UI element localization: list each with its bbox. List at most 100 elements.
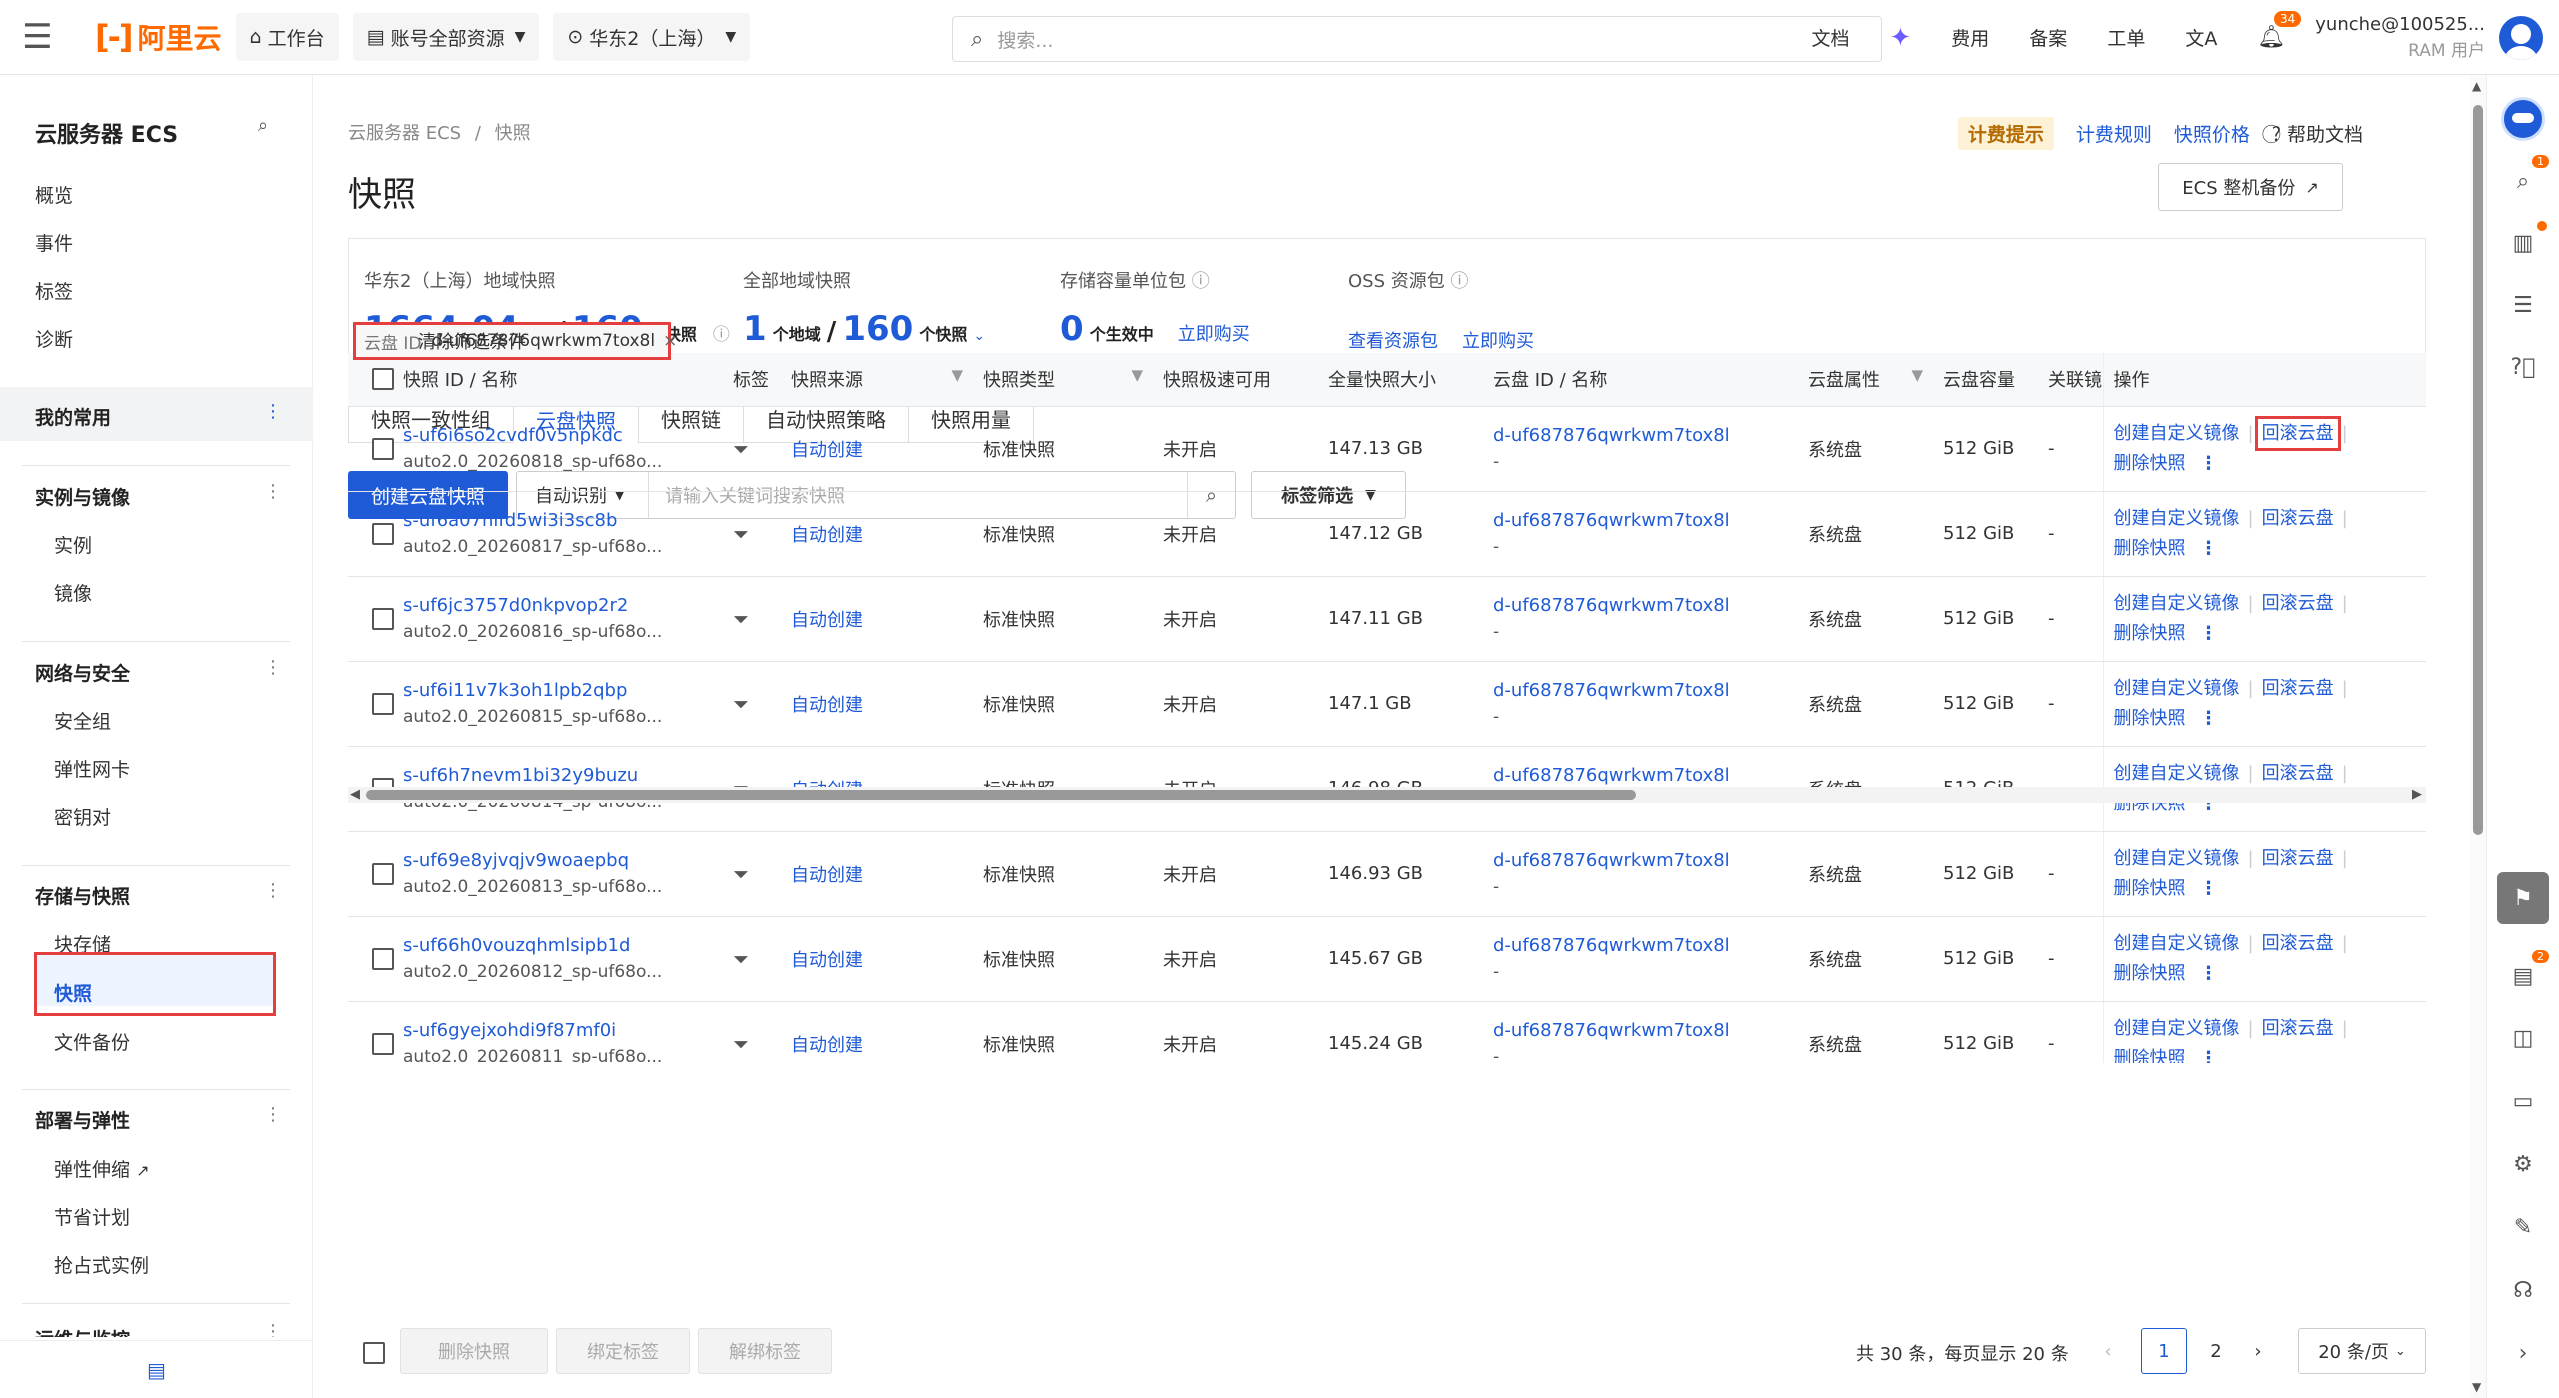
workbench-button[interactable]: ⌂ 工作台 xyxy=(235,13,339,61)
notification-bell-icon[interactable]: 🔔︎ 34 xyxy=(2257,11,2302,50)
create-image-link[interactable]: 创建自定义镜像 xyxy=(2114,848,2240,869)
more-icon[interactable]: ⋮ xyxy=(264,481,282,502)
menu-icon[interactable]: ☰ xyxy=(0,0,75,75)
clear-filter-link[interactable]: 清除筛选条件 xyxy=(418,328,526,354)
feedback-icon[interactable]: ▤ xyxy=(147,1358,166,1382)
terminal-icon[interactable]: ▭ xyxy=(2505,1083,2541,1119)
vertical-scrollbar[interactable]: ▲ ▼ xyxy=(2470,75,2486,1398)
code-icon[interactable]: ◫ xyxy=(2505,1020,2541,1056)
create-image-link[interactable]: 创建自定义镜像 xyxy=(2114,508,2240,529)
aliyun-logo[interactable]: [-] 阿里云 xyxy=(95,17,222,57)
rollback-disk-link[interactable]: 回滚云盘 xyxy=(2262,848,2334,869)
delete-snapshot-link[interactable]: 删除快照 xyxy=(2114,453,2186,474)
tag-icon[interactable]: ⏷ xyxy=(733,947,749,971)
create-image-link[interactable]: 创建自定义镜像 xyxy=(2114,763,2240,784)
source-link[interactable]: 自动创建 xyxy=(791,865,863,886)
book-icon[interactable]: ▥ xyxy=(2505,221,2547,261)
delete-snapshot-button[interactable]: 删除快照 xyxy=(400,1328,548,1374)
avatar[interactable] xyxy=(2499,15,2543,60)
tag-icon[interactable]: ⏷ xyxy=(733,607,749,631)
snapshot-id-link[interactable]: s-uf66h0vouzqhmlsipb1d xyxy=(403,935,733,956)
sidebar-item-keypair[interactable]: 密钥对 xyxy=(54,803,111,830)
filter-icon[interactable]: ▼ xyxy=(951,366,963,384)
sidebar-group-network[interactable]: 网络与安全 xyxy=(35,659,130,686)
snapshot-id-link[interactable]: s-uf6h7nevm1bi32y9buzu xyxy=(403,765,733,786)
disk-id-link[interactable]: d-uf687876qwrkwm7tox8l xyxy=(1493,850,1808,871)
scroll-left-icon[interactable]: ◀ xyxy=(350,787,360,802)
disk-id-link[interactable]: d-uf687876qwrkwm7tox8l xyxy=(1493,765,1808,786)
help-icon[interactable]: ?⃝ xyxy=(2505,349,2541,385)
rollback-disk-link[interactable]: 回滚云盘 xyxy=(2262,763,2334,784)
sidebar-item-security-group[interactable]: 安全组 xyxy=(54,707,111,734)
filter-icon[interactable]: ▼ xyxy=(1131,366,1143,384)
create-image-link[interactable]: 创建自定义镜像 xyxy=(2114,933,2240,954)
source-link[interactable]: 自动创建 xyxy=(791,1035,863,1056)
filter-icon[interactable]: ▼ xyxy=(1911,366,1923,384)
more-icon[interactable]: ⋮ xyxy=(264,657,282,678)
create-image-link[interactable]: 创建自定义镜像 xyxy=(2114,678,2240,699)
col-source[interactable]: 快照来源 ▼ xyxy=(791,353,983,407)
scrollbar-thumb[interactable] xyxy=(2473,105,2483,835)
select-all-checkbox[interactable] xyxy=(372,368,394,391)
more-icon[interactable]: ⋮ xyxy=(264,1321,282,1337)
billing-rules-link[interactable]: 计费规则 xyxy=(2076,120,2152,147)
chevron-right-icon[interactable]: › xyxy=(2505,1335,2541,1371)
info-icon[interactable]: ⓘ xyxy=(1450,271,1468,292)
sidebar-item-images[interactable]: 镜像 xyxy=(54,579,92,606)
ai-assistant-icon[interactable]: ✦ xyxy=(1889,23,1911,53)
source-link[interactable]: 自动创建 xyxy=(791,950,863,971)
sidebar-item-overview[interactable]: 概览 xyxy=(35,181,73,208)
delete-snapshot-link[interactable]: 删除快照 xyxy=(2114,623,2186,644)
row-checkbox[interactable] xyxy=(372,947,394,970)
user-info[interactable]: yunche@100525... RAM 用户 xyxy=(2315,12,2485,64)
next-page-icon[interactable]: › xyxy=(2243,1328,2273,1374)
snapshot-id-link[interactable]: s-uf6jc3757d0nkpvop2r2 xyxy=(403,595,733,616)
more-actions-icon[interactable]: ⋮ xyxy=(2200,963,2218,984)
view-resource-pack-link[interactable]: 查看资源包 xyxy=(1348,331,1438,352)
breadcrumb-root[interactable]: 云服务器 ECS xyxy=(348,123,461,144)
info-icon[interactable]: ⓘ xyxy=(713,325,730,345)
row-checkbox[interactable] xyxy=(372,437,394,460)
delete-snapshot-link[interactable]: 删除快照 xyxy=(2114,538,2186,559)
sidebar-group-ops[interactable]: 运维与监控 xyxy=(35,1325,130,1337)
rollback-disk-link[interactable]: 回滚云盘 xyxy=(2262,593,2334,614)
scroll-down-icon[interactable]: ▼ xyxy=(2472,1380,2481,1394)
gear-icon[interactable]: ⚙ xyxy=(2505,1146,2541,1182)
unbind-tag-button[interactable]: 解绑标签 xyxy=(698,1328,832,1374)
search-icon[interactable]: ⌕ 1 xyxy=(2505,155,2549,199)
icp-link[interactable]: 备案 xyxy=(2029,24,2067,51)
col-type[interactable]: 快照类型 ▼ xyxy=(983,353,1163,407)
bind-tag-button[interactable]: 绑定标签 xyxy=(556,1328,690,1374)
close-icon[interactable]: × xyxy=(663,331,677,351)
buy-now-link[interactable]: 立即购买 xyxy=(1462,331,1534,352)
headset-icon[interactable]: ☊ xyxy=(2505,1272,2541,1308)
row-checkbox[interactable] xyxy=(372,1032,394,1055)
rollback-disk-link[interactable]: 回滚云盘 xyxy=(2262,933,2334,954)
create-image-link[interactable]: 创建自定义镜像 xyxy=(2114,593,2240,614)
horizontal-scrollbar[interactable]: ◀ ▶ xyxy=(348,787,2426,803)
more-actions-icon[interactable]: ⋮ xyxy=(2200,623,2218,644)
prev-page-icon[interactable]: ‹ xyxy=(2093,1328,2123,1374)
disk-id-link[interactable]: d-uf687876qwrkwm7tox8l xyxy=(1493,425,1808,446)
region-selector[interactable]: ⊙ 华东2（上海） ▼ xyxy=(553,13,751,61)
billing-link[interactable]: 费用 xyxy=(1951,24,1989,51)
create-image-link[interactable]: 创建自定义镜像 xyxy=(2114,1018,2240,1039)
row-checkbox[interactable] xyxy=(372,692,394,715)
sidebar-search-icon[interactable]: ⌕ xyxy=(258,115,268,136)
delete-snapshot-link[interactable]: 删除快照 xyxy=(2114,878,2186,899)
tag-icon[interactable]: ⏷ xyxy=(733,437,749,461)
disk-id-link[interactable]: d-uf687876qwrkwm7tox8l xyxy=(1493,510,1808,531)
edit-icon[interactable]: ✎ xyxy=(2505,1209,2541,1245)
rollback-disk-link[interactable]: 回滚云盘 xyxy=(2262,678,2334,699)
sidebar-group-instances[interactable]: 实例与镜像 xyxy=(35,483,130,510)
sidebar-group-deploy[interactable]: 部署与弹性 xyxy=(35,1106,130,1133)
disk-id-link[interactable]: d-uf687876qwrkwm7tox8l xyxy=(1493,595,1808,616)
language-icon[interactable]: 文A xyxy=(2185,24,2217,51)
disk-id-link[interactable]: d-uf687876qwrkwm7tox8l xyxy=(1493,1020,1808,1041)
delete-snapshot-link[interactable]: 删除快照 xyxy=(2114,1048,2186,1064)
more-icon[interactable]: ⋮ xyxy=(264,880,282,901)
sidebar-item-eni[interactable]: 弹性网卡 xyxy=(54,755,130,782)
sidebar-item-savings-plan[interactable]: 节省计划 xyxy=(54,1203,130,1230)
scrollbar-thumb[interactable] xyxy=(366,790,1636,800)
more-icon[interactable]: ⋮ xyxy=(264,1104,282,1125)
